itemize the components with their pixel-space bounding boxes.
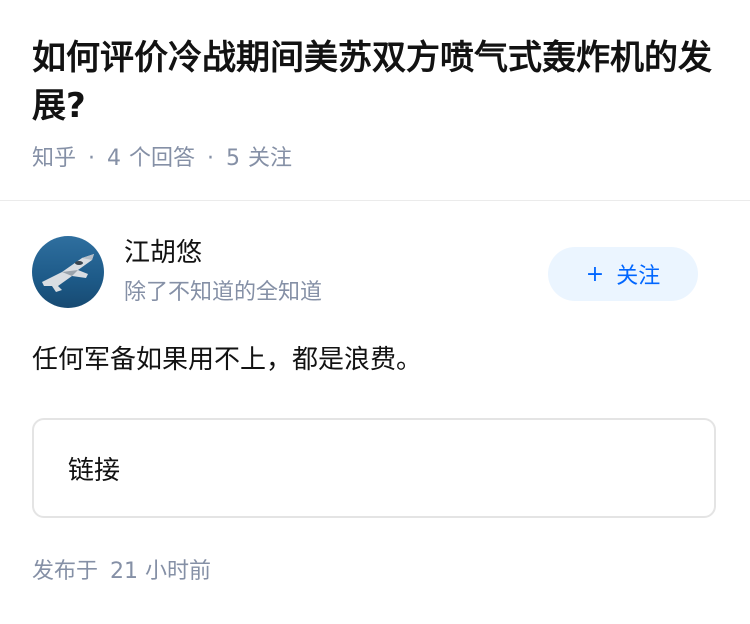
- follow-button-label: 关注: [616, 264, 661, 289]
- section-divider: [0, 200, 750, 201]
- plus-icon: +: [585, 261, 605, 287]
- link-card[interactable]: 链接: [32, 418, 716, 518]
- followers-count: 5: [226, 146, 241, 171]
- meta-separator: ·: [207, 146, 215, 171]
- meta-separator: ·: [88, 146, 96, 171]
- follow-button[interactable]: + 关注: [548, 247, 698, 301]
- author-bio: 除了不知道的全知道: [124, 280, 323, 305]
- answers-label: 个回答: [129, 146, 196, 171]
- answers-count: 4: [107, 146, 122, 171]
- answer-text: 任何军备如果用不上，都是浪费。: [32, 345, 423, 375]
- fighter-jet-avatar-icon: [32, 236, 104, 308]
- avatar[interactable]: [32, 236, 104, 308]
- post-time-value: 21 小时前: [110, 559, 212, 584]
- source-label[interactable]: 知乎: [32, 142, 76, 176]
- followers-label: 关注: [248, 146, 293, 171]
- post-time: 发布于 21 小时前: [32, 556, 211, 588]
- question-meta: 知乎 · 4 个回答 · 5 关注: [32, 142, 292, 176]
- link-card-label: 链接: [68, 455, 121, 486]
- author-name[interactable]: 江胡悠: [124, 236, 202, 270]
- question-title[interactable]: 如何评价冷战期间美苏双方喷气式轰炸机的发展?: [32, 34, 722, 130]
- post-time-prefix: 发布于: [32, 559, 99, 584]
